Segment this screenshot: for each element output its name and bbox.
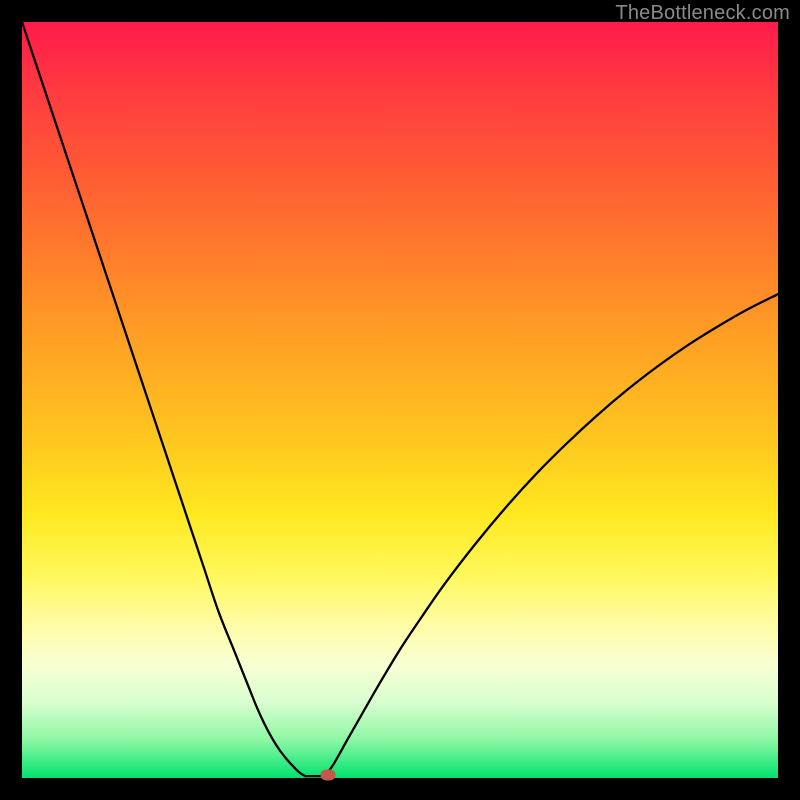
chart-marker <box>321 769 336 780</box>
curve-path <box>22 22 778 777</box>
watermark-text: TheBottleneck.com <box>615 2 790 25</box>
chart-frame: TheBottleneck.com <box>0 0 800 800</box>
chart-plot-area <box>22 22 778 778</box>
chart-curve <box>22 22 778 778</box>
